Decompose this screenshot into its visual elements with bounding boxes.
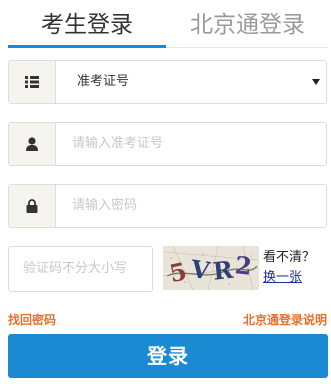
- tab-candidate-login[interactable]: 考生登录: [8, 6, 166, 44]
- captcha-placeholder: 验证码不分大小写: [23, 261, 128, 276]
- beijingtong-help-link[interactable]: 北京通登录说明: [243, 311, 327, 328]
- exam-number-placeholder: 请输入准考证号: [72, 136, 164, 151]
- id-type-selected-value: 准考证号: [77, 74, 130, 89]
- user-icon: [9, 123, 56, 165]
- lock-icon: [9, 185, 56, 227]
- login-tabs: 考生登录 北京通登录: [0, 0, 331, 50]
- captcha-input[interactable]: 验证码不分大小写: [8, 246, 153, 292]
- captcha-refresh-group: 看不清？ 换一张: [263, 248, 315, 288]
- captcha-image[interactable]: 5 V R 2: [163, 246, 259, 290]
- password-field[interactable]: 请输入密码: [8, 184, 327, 228]
- list-icon: [9, 61, 56, 103]
- password-placeholder: 请输入密码: [72, 198, 138, 213]
- tab-beijingtong-login[interactable]: 北京通登录: [166, 6, 329, 44]
- captcha-unclear-label: 看不清？: [263, 250, 316, 265]
- exam-number-field[interactable]: 请输入准考证号: [8, 122, 327, 166]
- login-button[interactable]: 登录: [8, 334, 328, 378]
- captcha-char-4: 2: [234, 250, 254, 281]
- active-tab-indicator: [8, 45, 166, 48]
- captcha-refresh-link[interactable]: 换一张: [263, 268, 315, 288]
- recover-password-link[interactable]: 找回密码: [8, 311, 56, 328]
- id-type-select[interactable]: 准考证号: [8, 60, 327, 104]
- chevron-down-icon: [312, 79, 320, 85]
